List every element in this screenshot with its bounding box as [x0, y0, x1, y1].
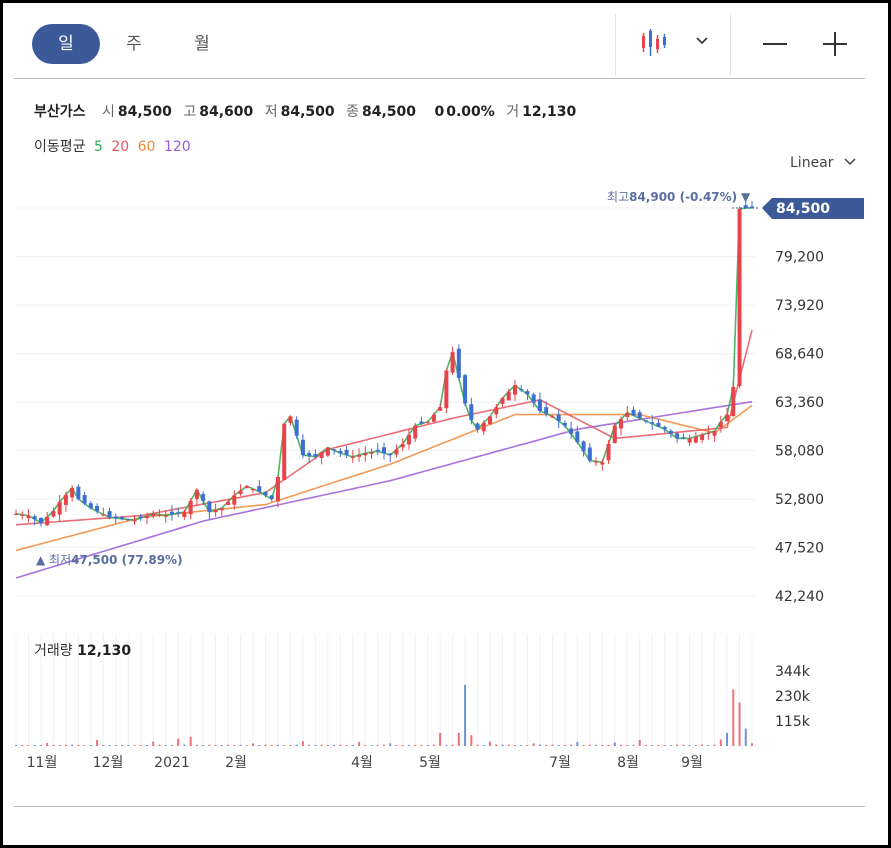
toolbar-divider — [615, 14, 616, 76]
ma-60[interactable]: 60 — [138, 139, 156, 155]
low-label: 저 — [264, 104, 278, 120]
tab-day[interactable]: 일 — [32, 24, 100, 64]
high-label: 고 — [183, 104, 197, 120]
volume-panel-title: 거래량 — [34, 643, 73, 659]
stock-name: 부산가스 — [34, 104, 86, 120]
candlestick-icon[interactable] — [640, 29, 672, 59]
volume-label: 거 — [506, 104, 520, 120]
footer-divider — [14, 806, 865, 807]
open-value: 84,500 — [117, 104, 172, 120]
volume-value: 12,130 — [522, 104, 577, 120]
ma-20[interactable]: 20 — [111, 139, 129, 155]
ma-label: 이동평균 — [34, 139, 86, 155]
change-pct: 0.00% — [446, 104, 495, 120]
chevron-down-icon — [844, 158, 856, 166]
close-value: 84,500 — [362, 104, 417, 120]
moving-average-legend: 이동평균 5 20 60 120 — [34, 136, 195, 156]
tab-week[interactable]: 주 — [100, 24, 168, 64]
ma-120[interactable]: 120 — [164, 139, 191, 155]
zoom-out-button[interactable] — [763, 31, 789, 55]
scale-selector-label: Linear — [790, 155, 834, 171]
tab-month[interactable]: 월 — [168, 24, 236, 64]
scale-selector[interactable]: Linear — [790, 155, 858, 171]
high-value: 84,600 — [199, 104, 254, 120]
zoom-in-button[interactable] — [823, 31, 849, 57]
chevron-down-icon[interactable] — [696, 36, 710, 46]
volume-panel-value: 12,130 — [77, 643, 132, 659]
open-label: 시 — [101, 104, 115, 120]
quote-summary: 부산가스 시 84,500 고 84,600 저 84,500 종 84,500 0 0.… — [34, 101, 583, 121]
volume-panel-label: 거래량 12,130 — [34, 640, 131, 660]
header-divider — [14, 78, 865, 79]
period-tabs: 일 주 월 — [32, 24, 236, 64]
close-label: 종 — [346, 104, 359, 120]
toolbar-divider — [730, 14, 731, 76]
ma-5[interactable]: 5 — [94, 139, 103, 155]
change-value: 0 — [434, 104, 445, 120]
chart-frame — [0, 0, 891, 848]
low-value: 84,500 — [280, 104, 335, 120]
